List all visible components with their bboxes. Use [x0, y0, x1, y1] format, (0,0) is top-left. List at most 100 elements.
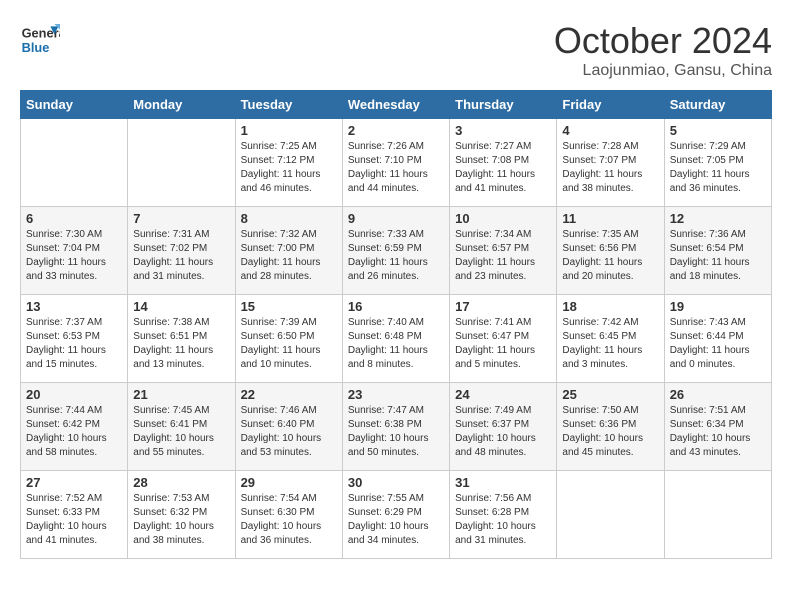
day-number: 22: [241, 387, 337, 402]
day-number: 17: [455, 299, 551, 314]
day-info: Sunrise: 7:34 AM Sunset: 6:57 PM Dayligh…: [455, 228, 551, 284]
day-info: Sunrise: 7:56 AM Sunset: 6:28 PM Dayligh…: [455, 492, 551, 548]
calendar-cell: 2 Sunrise: 7:26 AM Sunset: 7:10 PM Daylig…: [342, 119, 449, 207]
calendar-cell: 11Sunrise: 7:35 AM Sunset: 6:56 PM Dayli…: [557, 207, 664, 295]
day-info: Sunrise: 7:36 AM Sunset: 6:54 PM Dayligh…: [670, 228, 766, 284]
weekday-header-saturday: Saturday: [664, 91, 771, 119]
day-number: 15: [241, 299, 337, 314]
calendar-cell: 13 Sunrise: 7:37 AM Sunset: 6:53 PM Dayli…: [21, 295, 128, 383]
day-number: 27: [26, 475, 122, 490]
calendar-cell: 5 Sunrise: 7:29 AM Sunset: 7:05 PM Daylig…: [664, 119, 771, 207]
day-number: 5: [670, 123, 766, 138]
day-info: Sunrise: 7:42 AM Sunset: 6:45 PM Dayligh…: [562, 316, 658, 372]
calendar-cell: 30 Sunrise: 7:55 AM Sunset: 6:29 PM Dayli…: [342, 471, 449, 559]
day-number: 10: [455, 211, 551, 226]
calendar-cell: 20Sunrise: 7:44 AM Sunset: 6:42 PM Dayli…: [21, 383, 128, 471]
day-number: 6: [26, 211, 122, 226]
day-info: Sunrise: 7:55 AM Sunset: 6:29 PM Dayligh…: [348, 492, 444, 548]
calendar-cell: [664, 471, 771, 559]
day-info: Sunrise: 7:26 AM Sunset: 7:10 PM Dayligh…: [348, 140, 444, 196]
calendar-cell: 7 Sunrise: 7:31 AM Sunset: 7:02 PM Daylig…: [128, 207, 235, 295]
calendar-cell: 14 Sunrise: 7:38 AM Sunset: 6:51 PM Dayli…: [128, 295, 235, 383]
calendar-cell: 22 Sunrise: 7:46 AM Sunset: 6:40 PM Dayli…: [235, 383, 342, 471]
calendar-cell: 12Sunrise: 7:36 AM Sunset: 6:54 PM Dayli…: [664, 207, 771, 295]
day-info: Sunrise: 7:39 AM Sunset: 6:50 PM Dayligh…: [241, 316, 337, 372]
day-number: 13: [26, 299, 122, 314]
day-number: 21: [133, 387, 229, 402]
day-info: Sunrise: 7:38 AM Sunset: 6:51 PM Dayligh…: [133, 316, 229, 372]
calendar-cell: 18 Sunrise: 7:42 AM Sunset: 6:45 PM Dayli…: [557, 295, 664, 383]
calendar-cell: 28 Sunrise: 7:53 AM Sunset: 6:32 PM Dayli…: [128, 471, 235, 559]
calendar-cell: 4Sunrise: 7:28 AM Sunset: 7:07 PM Daylig…: [557, 119, 664, 207]
day-info: Sunrise: 7:25 AM Sunset: 7:12 PM Dayligh…: [241, 140, 337, 196]
calendar-cell: 21 Sunrise: 7:45 AM Sunset: 6:41 PM Dayli…: [128, 383, 235, 471]
title-block: October 2024 Laojunmiao, Gansu, China: [554, 20, 772, 80]
weekday-header-sunday: Sunday: [21, 91, 128, 119]
day-info: Sunrise: 7:33 AM Sunset: 6:59 PM Dayligh…: [348, 228, 444, 284]
day-info: Sunrise: 7:32 AM Sunset: 7:00 PM Dayligh…: [241, 228, 337, 284]
day-info: Sunrise: 7:41 AM Sunset: 6:47 PM Dayligh…: [455, 316, 551, 372]
day-info: Sunrise: 7:29 AM Sunset: 7:05 PM Dayligh…: [670, 140, 766, 196]
day-number: 20: [26, 387, 122, 402]
day-number: 24: [455, 387, 551, 402]
weekday-header-tuesday: Tuesday: [235, 91, 342, 119]
calendar-cell: 15 Sunrise: 7:39 AM Sunset: 6:50 PM Dayli…: [235, 295, 342, 383]
calendar-cell: 27 Sunrise: 7:52 AM Sunset: 6:33 PM Dayli…: [21, 471, 128, 559]
day-info: Sunrise: 7:45 AM Sunset: 6:41 PM Dayligh…: [133, 404, 229, 460]
day-number: 7: [133, 211, 229, 226]
day-info: Sunrise: 7:47 AM Sunset: 6:38 PM Dayligh…: [348, 404, 444, 460]
week-row-1: 1 Sunrise: 7:25 AM Sunset: 7:12 PM Daylig…: [21, 119, 772, 207]
month-title: October 2024: [554, 20, 772, 62]
calendar-cell: 29Sunrise: 7:54 AM Sunset: 6:30 PM Dayli…: [235, 471, 342, 559]
day-number: 30: [348, 475, 444, 490]
day-number: 16: [348, 299, 444, 314]
logo: General Blue: [20, 20, 60, 60]
weekday-header-wednesday: Wednesday: [342, 91, 449, 119]
location: Laojunmiao, Gansu, China: [554, 62, 772, 80]
calendar-cell: 1 Sunrise: 7:25 AM Sunset: 7:12 PM Daylig…: [235, 119, 342, 207]
day-info: Sunrise: 7:51 AM Sunset: 6:34 PM Dayligh…: [670, 404, 766, 460]
page-header: General Blue October 2024 Laojunmiao, Ga…: [20, 20, 772, 80]
day-info: Sunrise: 7:40 AM Sunset: 6:48 PM Dayligh…: [348, 316, 444, 372]
calendar-cell: 17 Sunrise: 7:41 AM Sunset: 6:47 PM Dayli…: [450, 295, 557, 383]
day-number: 19: [670, 299, 766, 314]
weekday-header-thursday: Thursday: [450, 91, 557, 119]
day-info: Sunrise: 7:27 AM Sunset: 7:08 PM Dayligh…: [455, 140, 551, 196]
day-info: Sunrise: 7:37 AM Sunset: 6:53 PM Dayligh…: [26, 316, 122, 372]
calendar-cell: 25Sunrise: 7:50 AM Sunset: 6:36 PM Dayli…: [557, 383, 664, 471]
calendar-cell: 8Sunrise: 7:32 AM Sunset: 7:00 PM Daylig…: [235, 207, 342, 295]
day-info: Sunrise: 7:43 AM Sunset: 6:44 PM Dayligh…: [670, 316, 766, 372]
day-number: 28: [133, 475, 229, 490]
day-info: Sunrise: 7:52 AM Sunset: 6:33 PM Dayligh…: [26, 492, 122, 548]
week-row-3: 13 Sunrise: 7:37 AM Sunset: 6:53 PM Dayli…: [21, 295, 772, 383]
calendar-cell: 16 Sunrise: 7:40 AM Sunset: 6:48 PM Dayli…: [342, 295, 449, 383]
day-info: Sunrise: 7:49 AM Sunset: 6:37 PM Dayligh…: [455, 404, 551, 460]
calendar-cell: 10 Sunrise: 7:34 AM Sunset: 6:57 PM Dayli…: [450, 207, 557, 295]
day-number: 2: [348, 123, 444, 138]
day-info: Sunrise: 7:31 AM Sunset: 7:02 PM Dayligh…: [133, 228, 229, 284]
day-number: 11: [562, 211, 658, 226]
day-number: 18: [562, 299, 658, 314]
week-row-2: 6Sunrise: 7:30 AM Sunset: 7:04 PM Daylig…: [21, 207, 772, 295]
calendar-cell: 31Sunrise: 7:56 AM Sunset: 6:28 PM Dayli…: [450, 471, 557, 559]
day-number: 1: [241, 123, 337, 138]
logo-icon: General Blue: [20, 20, 60, 60]
day-info: Sunrise: 7:46 AM Sunset: 6:40 PM Dayligh…: [241, 404, 337, 460]
day-number: 3: [455, 123, 551, 138]
day-number: 25: [562, 387, 658, 402]
calendar-cell: 24 Sunrise: 7:49 AM Sunset: 6:37 PM Dayli…: [450, 383, 557, 471]
day-number: 23: [348, 387, 444, 402]
day-number: 26: [670, 387, 766, 402]
calendar-table: SundayMondayTuesdayWednesdayThursdayFrid…: [20, 90, 772, 559]
calendar-cell: 19 Sunrise: 7:43 AM Sunset: 6:44 PM Dayli…: [664, 295, 771, 383]
week-row-4: 20Sunrise: 7:44 AM Sunset: 6:42 PM Dayli…: [21, 383, 772, 471]
calendar-cell: [21, 119, 128, 207]
day-number: 29: [241, 475, 337, 490]
calendar-cell: 26 Sunrise: 7:51 AM Sunset: 6:34 PM Dayli…: [664, 383, 771, 471]
weekday-header-friday: Friday: [557, 91, 664, 119]
day-number: 14: [133, 299, 229, 314]
weekday-header-monday: Monday: [128, 91, 235, 119]
day-info: Sunrise: 7:53 AM Sunset: 6:32 PM Dayligh…: [133, 492, 229, 548]
day-number: 4: [562, 123, 658, 138]
week-row-5: 27 Sunrise: 7:52 AM Sunset: 6:33 PM Dayli…: [21, 471, 772, 559]
